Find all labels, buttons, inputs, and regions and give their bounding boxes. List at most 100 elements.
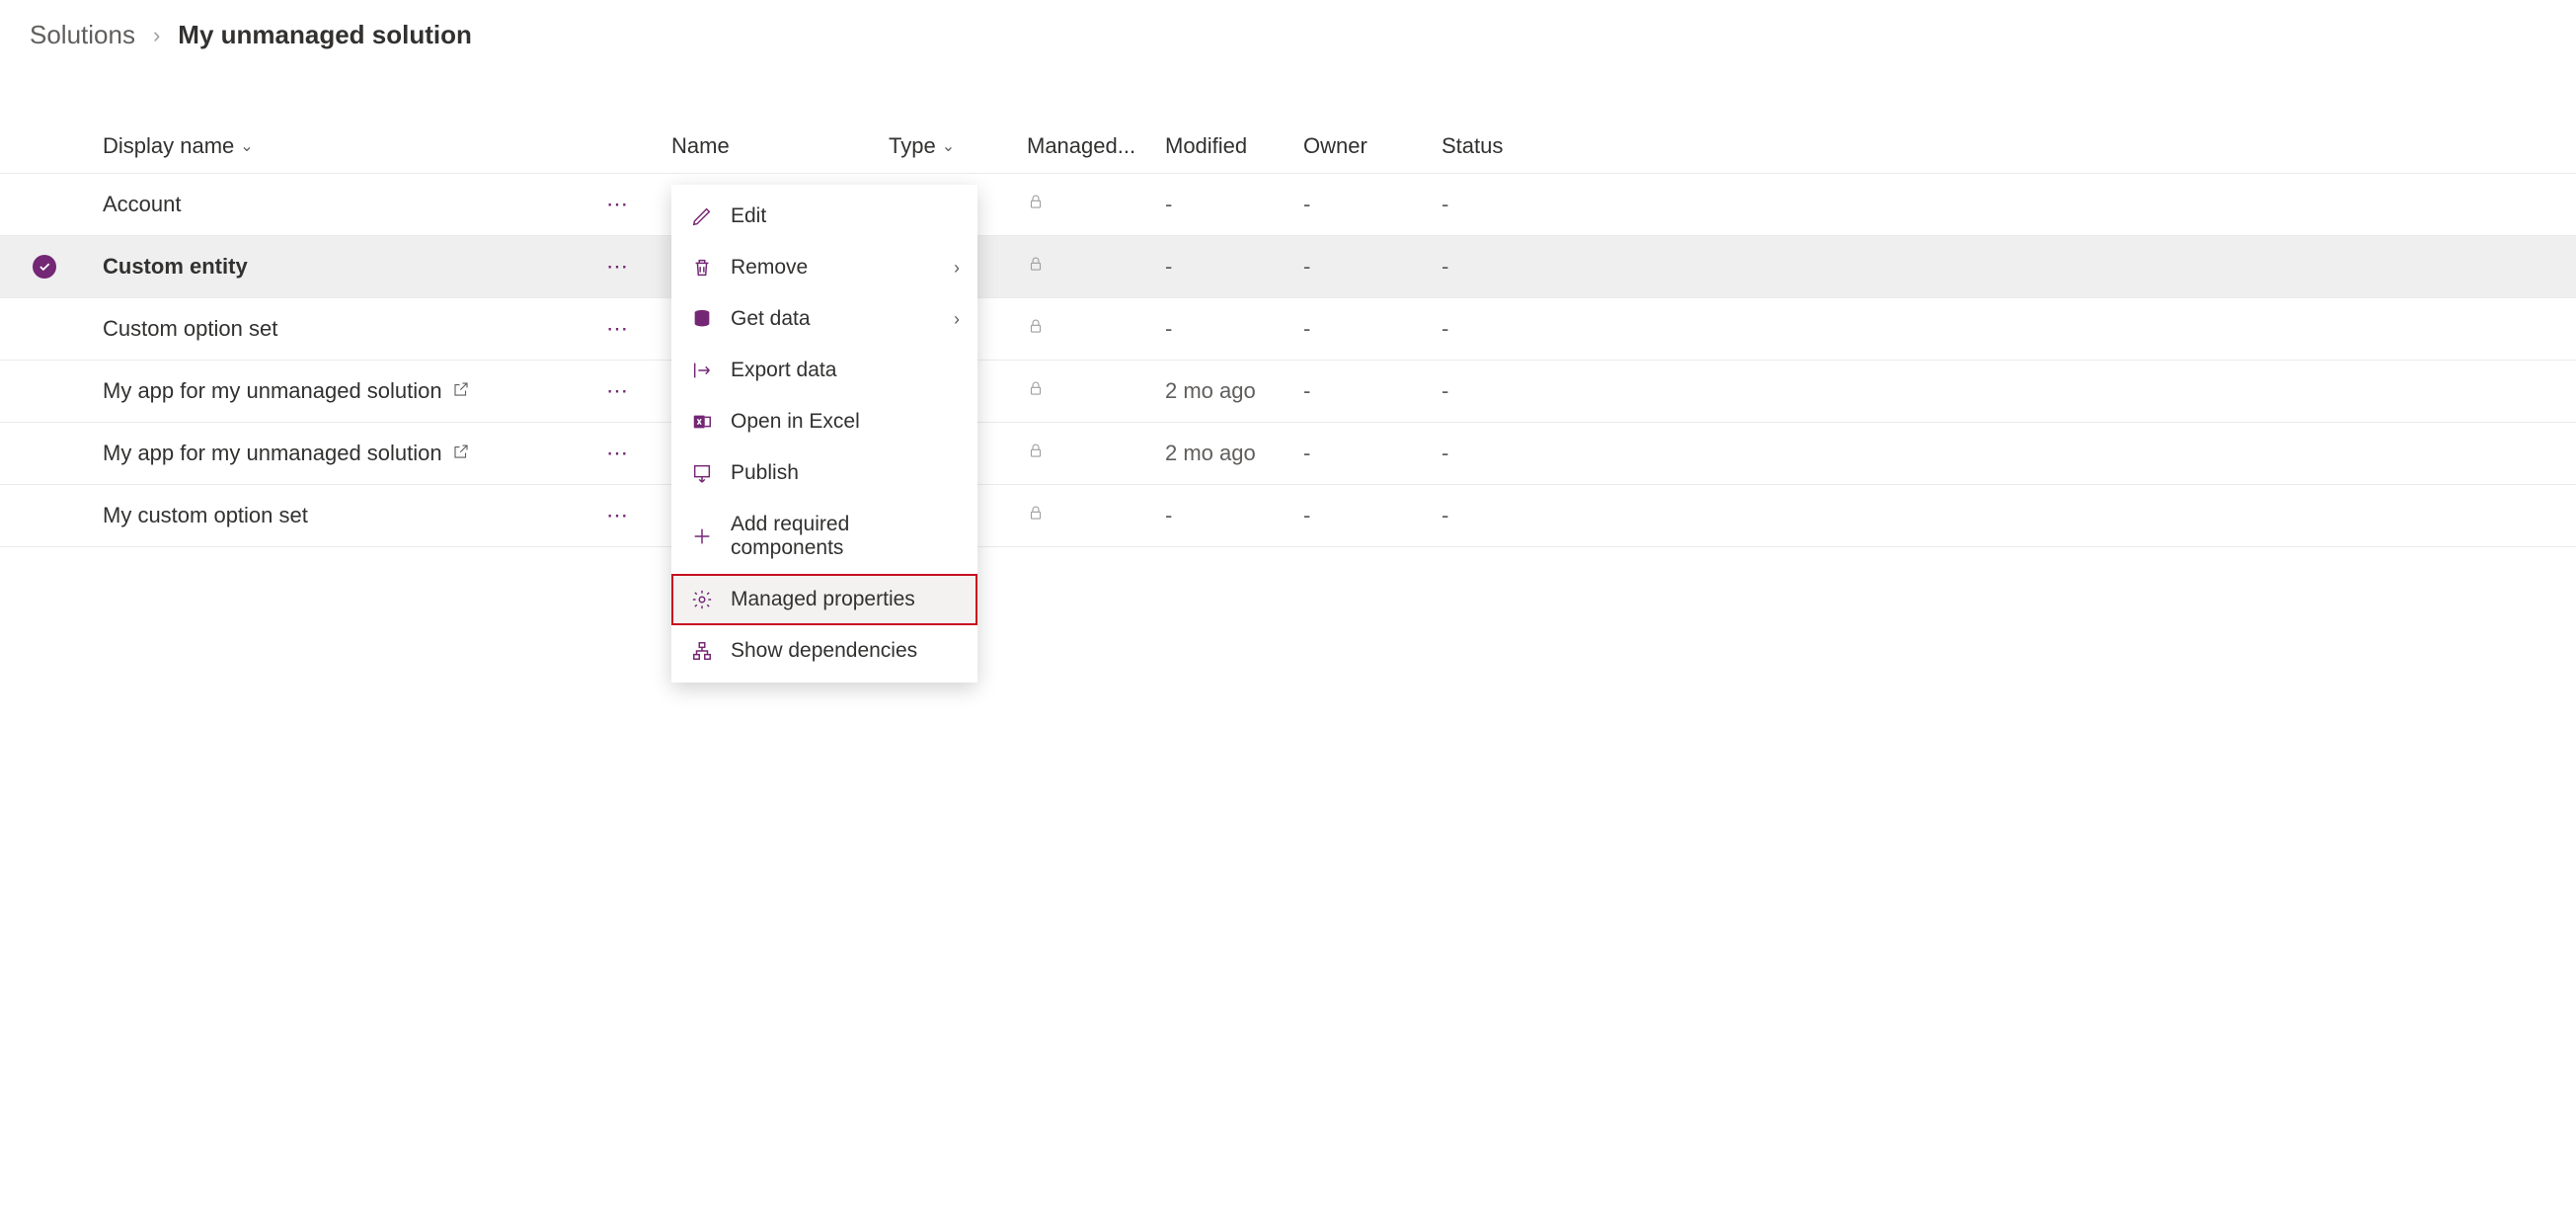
cell-display-name[interactable]: Custom entity⋯ [89, 236, 671, 298]
menu-item-export-data[interactable]: Export data [671, 345, 977, 396]
column-display-name[interactable]: Display name⌄ [89, 120, 671, 174]
menu-item-add-required-components[interactable]: Add required components [671, 499, 977, 574]
cell-status: - [1442, 361, 2576, 423]
cell-display-name[interactable]: My custom option set⋯ [89, 485, 671, 547]
lock-icon [1027, 254, 1045, 279]
cell-owner: - [1303, 485, 1442, 547]
row-more-actions[interactable]: ⋯ [606, 316, 660, 342]
column-name[interactable]: Name [671, 120, 889, 174]
lock-icon [1027, 192, 1045, 216]
menu-item-label: Get data [731, 307, 811, 331]
cell-owner: - [1303, 236, 1442, 298]
cell-managed [1027, 361, 1165, 423]
lock-icon [1027, 441, 1045, 465]
row-more-actions[interactable]: ⋯ [606, 254, 660, 280]
chevron-down-icon: ⌄ [240, 136, 253, 156]
cell-display-name[interactable]: Account⋯ [89, 174, 671, 236]
database-icon [691, 308, 713, 330]
row-more-actions[interactable]: ⋯ [606, 503, 660, 528]
lock-icon [1027, 316, 1045, 341]
cell-status: - [1442, 174, 2576, 236]
table-row[interactable]: My app for my unmanaged solution⋯ensior2… [0, 423, 2576, 485]
cell-modified: 2 mo ago [1165, 361, 1303, 423]
cell-display-name[interactable]: My app for my unmanaged solution⋯ [89, 361, 671, 423]
cell-status: - [1442, 236, 2576, 298]
column-managed[interactable]: Managed... [1027, 120, 1165, 174]
menu-item-remove[interactable]: Remove › [671, 242, 977, 293]
selected-check-icon [33, 255, 56, 279]
row-select-cell[interactable] [0, 174, 89, 236]
menu-item-label: Edit [731, 204, 766, 228]
breadcrumb-current: My unmanaged solution [178, 20, 472, 50]
column-select[interactable] [0, 120, 89, 174]
cell-modified: 2 mo ago [1165, 423, 1303, 485]
plus-icon [691, 525, 713, 547]
cell-owner: - [1303, 361, 1442, 423]
menu-item-label: Publish [731, 461, 799, 485]
publish-icon [691, 462, 713, 484]
menu-item-label: Show dependencies [731, 639, 917, 663]
cell-status: - [1442, 298, 2576, 361]
cell-status: - [1442, 423, 2576, 485]
cell-owner: - [1303, 174, 1442, 236]
breadcrumb: Solutions › My unmanaged solution [0, 0, 2576, 60]
cell-modified: - [1165, 174, 1303, 236]
menu-item-label: Remove [731, 256, 808, 280]
row-select-cell[interactable] [0, 423, 89, 485]
trash-icon [691, 257, 713, 279]
row-more-actions[interactable]: ⋯ [606, 441, 660, 466]
chevron-right-icon: › [954, 309, 960, 330]
menu-item-open-in-excel[interactable]: Open in Excel [671, 396, 977, 447]
cell-status: - [1442, 485, 2576, 547]
row-context-menu: Edit Remove › Get data › Export data Ope… [671, 185, 977, 683]
cell-managed [1027, 236, 1165, 298]
breadcrumb-parent-link[interactable]: Solutions [30, 20, 135, 50]
row-select-cell[interactable] [0, 361, 89, 423]
cell-managed [1027, 485, 1165, 547]
cell-managed [1027, 174, 1165, 236]
solution-components-table: Display name⌄ Name Type⌄ Managed... Modi… [0, 120, 2576, 547]
menu-item-label: Managed properties [731, 588, 915, 611]
open-external-icon [452, 441, 470, 466]
table-row[interactable]: My app for my unmanaged solution⋯iven A2… [0, 361, 2576, 423]
menu-item-label: Add required components [731, 513, 958, 560]
table-row[interactable]: Account⋯accountEntity--- [0, 174, 2576, 236]
open-external-icon [452, 378, 470, 404]
row-more-actions[interactable]: ⋯ [606, 378, 660, 404]
menu-item-show-dependencies[interactable]: Show dependencies [671, 625, 977, 677]
column-status[interactable]: Status [1442, 120, 2576, 174]
hierarchy-icon [691, 640, 713, 662]
cell-modified: - [1165, 298, 1303, 361]
cell-display-name[interactable]: Custom option set⋯ [89, 298, 671, 361]
column-type[interactable]: Type⌄ [889, 120, 1027, 174]
excel-icon [691, 411, 713, 433]
cell-owner: - [1303, 298, 1442, 361]
table-row[interactable]: Custom option set⋯et--- [0, 298, 2576, 361]
cell-display-name[interactable]: My app for my unmanaged solution⋯ [89, 423, 671, 485]
menu-item-managed-properties[interactable]: Managed properties [671, 574, 977, 625]
cell-managed [1027, 298, 1165, 361]
table-row[interactable]: My custom option set⋯et--- [0, 485, 2576, 547]
cell-modified: - [1165, 485, 1303, 547]
table-row[interactable]: Custom entity⋯--- [0, 236, 2576, 298]
pencil-icon [691, 205, 713, 227]
column-owner[interactable]: Owner [1303, 120, 1442, 174]
cell-modified: - [1165, 236, 1303, 298]
lock-icon [1027, 378, 1045, 403]
menu-item-get-data[interactable]: Get data › [671, 293, 977, 345]
row-select-cell[interactable] [0, 236, 89, 298]
column-modified[interactable]: Modified [1165, 120, 1303, 174]
chevron-right-icon: › [153, 23, 160, 48]
gear-icon [691, 589, 713, 610]
chevron-right-icon: › [954, 258, 960, 279]
row-select-cell[interactable] [0, 298, 89, 361]
cell-managed [1027, 423, 1165, 485]
menu-item-edit[interactable]: Edit [671, 191, 977, 242]
menu-item-publish[interactable]: Publish [671, 447, 977, 499]
export-icon [691, 360, 713, 381]
cell-owner: - [1303, 423, 1442, 485]
row-more-actions[interactable]: ⋯ [606, 192, 660, 217]
menu-item-label: Export data [731, 359, 836, 382]
menu-item-label: Open in Excel [731, 410, 860, 434]
row-select-cell[interactable] [0, 485, 89, 547]
